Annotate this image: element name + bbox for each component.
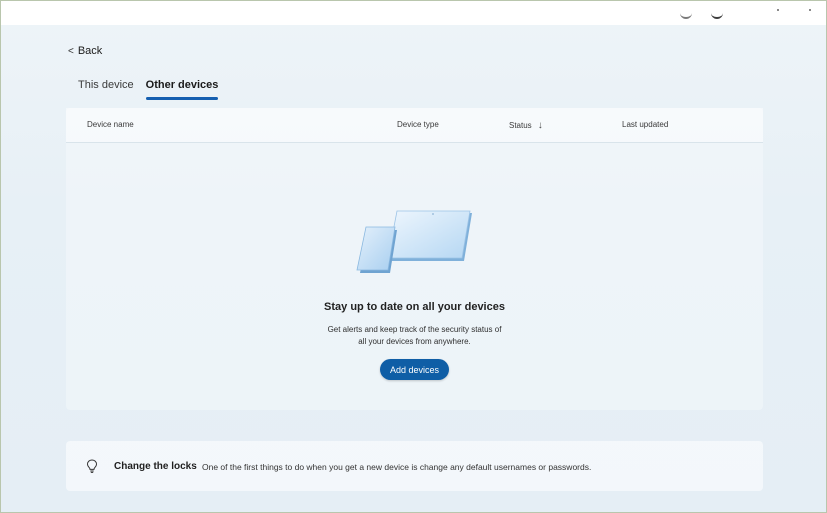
settings-icon[interactable] [711,7,723,19]
sort-arrow-down-icon: ↓ [537,120,543,131]
back-label: Back [77,45,103,57]
account-icon[interactable] [680,7,692,19]
lightbulb-icon [86,459,98,473]
tip-card: Change the locks One of the first things… [66,441,763,491]
table-header: Device name Device type Status ↓ Last up… [66,108,763,143]
add-devices-button[interactable]: Add devices [380,359,449,380]
column-status-label: Status [509,121,532,130]
column-last-updated[interactable]: Last updated [622,120,668,129]
tab-this-device[interactable]: This device [78,79,134,100]
empty-state-title: Stay up to date on all your devices [324,301,505,313]
empty-state-description-line2: all your devices from anywhere. [358,337,471,346]
tip-title: Change the locks [114,461,197,472]
column-device-name[interactable]: Device name [87,120,134,129]
devices-illustration-icon [356,210,472,273]
app-window: < Back This device Other devices Device … [0,0,827,513]
tab-bar: This device Other devices [78,79,218,100]
column-status[interactable]: Status ↓ [509,120,543,131]
back-button[interactable]: < Back [68,45,102,57]
tip-text: One of the first things to do when you g… [202,462,592,472]
tab-other-devices[interactable]: Other devices [145,79,218,100]
empty-state-description-line1: Get alerts and keep track of the securit… [327,325,502,334]
empty-state-description: Get alerts and keep track of the securit… [1,324,826,348]
chevron-left-icon: < [68,45,74,57]
close-button[interactable] [809,9,811,11]
column-device-type[interactable]: Device type [397,120,439,129]
minimize-button[interactable] [777,9,779,11]
title-bar [1,1,826,25]
